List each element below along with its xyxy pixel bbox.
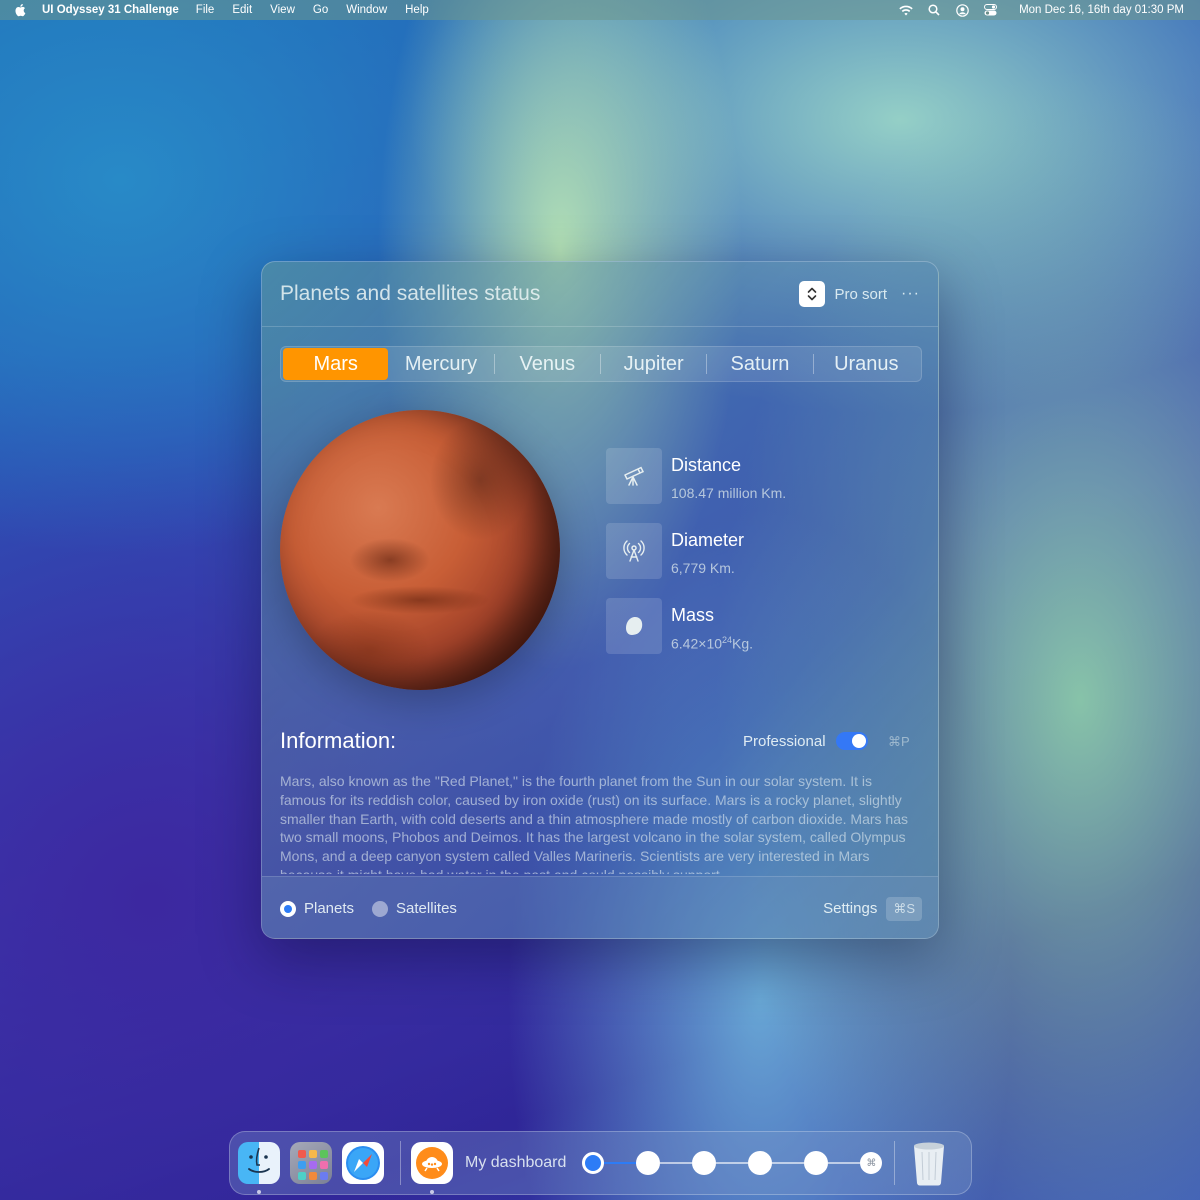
dock-divider [894, 1141, 896, 1185]
running-indicator [257, 1190, 261, 1194]
mass-exponent: 24 [722, 635, 733, 645]
more-options-icon[interactable]: ··· [901, 285, 920, 303]
launchpad-icon[interactable] [290, 1142, 332, 1184]
step-1[interactable] [582, 1152, 605, 1174]
user-account-icon[interactable] [955, 3, 969, 17]
menubar-clock[interactable]: Mon Dec 16, 16th day 01:30 PM [1019, 4, 1184, 16]
radio-satellites-label[interactable]: Satellites [396, 900, 457, 917]
apple-menu-icon[interactable] [14, 3, 26, 17]
tab-uranus[interactable]: Uranus [814, 348, 919, 380]
tab-saturn[interactable]: Saturn [707, 348, 812, 380]
planets-window: Planets and satellites status Pro sort ·… [261, 261, 939, 939]
window-header: Planets and satellites status Pro sort ·… [262, 262, 938, 327]
menu-help[interactable]: Help [405, 4, 429, 16]
dashboard-stepper: ⌘ [582, 1151, 883, 1175]
status-area: Mon Dec 16, 16th day 01:30 PM [899, 3, 1186, 17]
step-connector [604, 1162, 637, 1164]
diameter-value: 6,779 Km. [671, 560, 735, 576]
planet-tabs: Mars Mercury Venus Jupiter Saturn Uranus [280, 346, 922, 382]
control-center-icon[interactable] [983, 3, 997, 17]
sort-stepper-button[interactable] [798, 281, 825, 307]
information-text: Mars, also known as the "Red Planet," is… [280, 773, 908, 874]
search-icon[interactable] [927, 3, 941, 17]
telescope-icon [606, 448, 662, 504]
mass-unit: Kg. [732, 635, 754, 652]
mass-value: 6.42×1024Kg. [671, 635, 753, 652]
distance-label: Distance [671, 455, 742, 475]
step-6-command-icon[interactable]: ⌘ [860, 1152, 883, 1174]
mass-base: 6.42 [671, 635, 699, 652]
step-connector [716, 1162, 749, 1164]
radio-satellites-dot[interactable] [372, 900, 389, 917]
safari-icon[interactable] [342, 1142, 384, 1184]
menu-go[interactable]: Go [313, 4, 328, 16]
mass-label: Mass [671, 605, 715, 625]
pro-sort-label[interactable]: Pro sort [835, 286, 888, 303]
mass-pow: 10 [706, 635, 723, 652]
settings-button[interactable]: Settings ⌘S [823, 896, 922, 921]
stat-distance: Distance 108.47 million Km. [606, 448, 786, 504]
radio-planets-label[interactable]: Planets [304, 900, 354, 917]
radio-satellites[interactable]: Satellites [372, 900, 457, 917]
step-3[interactable] [692, 1151, 717, 1175]
stat-diameter: Diameter 6,779 Km. [606, 523, 744, 579]
step-2[interactable] [636, 1151, 661, 1175]
menu-window[interactable]: Window [346, 4, 387, 16]
radio-planets-dot[interactable] [280, 900, 296, 917]
tab-jupiter[interactable]: Jupiter [601, 348, 706, 380]
antenna-icon [606, 523, 662, 579]
professional-toggle[interactable] [835, 732, 868, 750]
radio-planets[interactable]: Planets [280, 900, 354, 917]
step-connector [660, 1162, 693, 1164]
menu-bar: UI Odyssey 31 Challenge File Edit View G… [0, 0, 1200, 20]
diameter-label: Diameter [671, 530, 745, 550]
distance-value: 108.47 million Km. [671, 485, 787, 501]
dock-divider [400, 1141, 401, 1185]
menu-view[interactable]: View [270, 4, 295, 16]
step-connector [772, 1162, 805, 1164]
tab-mars[interactable]: Mars [283, 348, 389, 380]
settings-label[interactable]: Settings [823, 900, 877, 917]
window-footer: Planets Satellites Settings ⌘S [262, 876, 938, 938]
tab-mercury[interactable]: Mercury [388, 348, 493, 380]
header-controls: Pro sort ··· [798, 281, 921, 307]
information-heading: Information: [280, 728, 397, 753]
professional-shortcut: ⌘P [888, 734, 910, 749]
menu-file[interactable]: File [196, 4, 215, 16]
dock: My dashboard ⌘ [229, 1131, 972, 1195]
stat-mass: Mass 6.42×1024Kg. [606, 598, 753, 654]
window-title: Planets and satellites status [280, 282, 541, 305]
chevron-up-down-icon [807, 287, 816, 301]
professional-label: Professional [743, 732, 826, 750]
tab-venus[interactable]: Venus [495, 348, 600, 380]
step-4[interactable] [748, 1151, 773, 1175]
running-indicator [430, 1190, 434, 1194]
trash-icon[interactable] [911, 1140, 947, 1186]
step-5[interactable] [804, 1151, 829, 1175]
professional-toggle-group: Professional [743, 732, 868, 750]
mars-planet-image [280, 410, 560, 690]
settings-shortcut: ⌘S [886, 896, 922, 921]
finder-icon[interactable] [238, 1142, 280, 1194]
menu-edit[interactable]: Edit [232, 4, 252, 16]
app-name-menu[interactable]: UI Odyssey 31 Challenge [42, 4, 179, 16]
planet-shape-icon [606, 598, 662, 654]
my-dashboard-app-icon[interactable] [411, 1142, 453, 1194]
step-connector [828, 1162, 861, 1164]
dashboard-label[interactable]: My dashboard [465, 1154, 566, 1172]
wifi-icon[interactable] [899, 3, 913, 17]
